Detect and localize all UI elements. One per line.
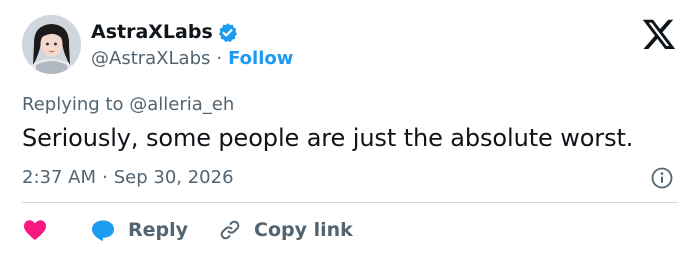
reply-button[interactable]: Reply <box>90 218 188 242</box>
copy-link-button[interactable]: Copy link <box>218 218 353 242</box>
tweet-timestamp[interactable]: 2:37 AM · Sep 30, 2026 <box>22 167 234 188</box>
author-handle[interactable]: @AstraXLabs <box>91 48 210 69</box>
action-bar: Reply Copy link <box>22 214 353 246</box>
reply-button-label: Reply <box>128 219 189 241</box>
avatar-image <box>22 15 81 74</box>
author-name-row: AstraXLabs <box>91 21 238 43</box>
x-logo-icon[interactable] <box>641 16 677 52</box>
info-icon[interactable] <box>651 167 673 189</box>
tweet-time: 2:37 AM <box>22 167 96 188</box>
divider <box>22 202 678 203</box>
tweet-text: Seriously, some people are just the abso… <box>22 124 634 152</box>
author-handle-row: @AstraXLabs · Follow <box>91 48 293 69</box>
avatar[interactable] <box>22 15 81 74</box>
handle-separator: · <box>216 48 223 69</box>
link-icon <box>220 220 240 240</box>
like-button[interactable] <box>22 218 48 242</box>
heart-icon <box>24 220 46 240</box>
author-display-name[interactable]: AstraXLabs <box>91 21 213 43</box>
tweet-date: Sep 30, 2026 <box>113 167 234 188</box>
reply-mention-link[interactable]: @alleria_eh <box>129 94 234 115</box>
timestamp-separator: · <box>102 167 108 188</box>
copy-link-label: Copy link <box>254 219 353 241</box>
verified-badge-icon <box>217 22 238 43</box>
speech-bubble-icon <box>92 220 114 241</box>
follow-button[interactable]: Follow <box>228 48 293 69</box>
reply-context: Replying to @alleria_eh <box>22 94 234 115</box>
reply-context-prefix: Replying to <box>22 94 124 115</box>
